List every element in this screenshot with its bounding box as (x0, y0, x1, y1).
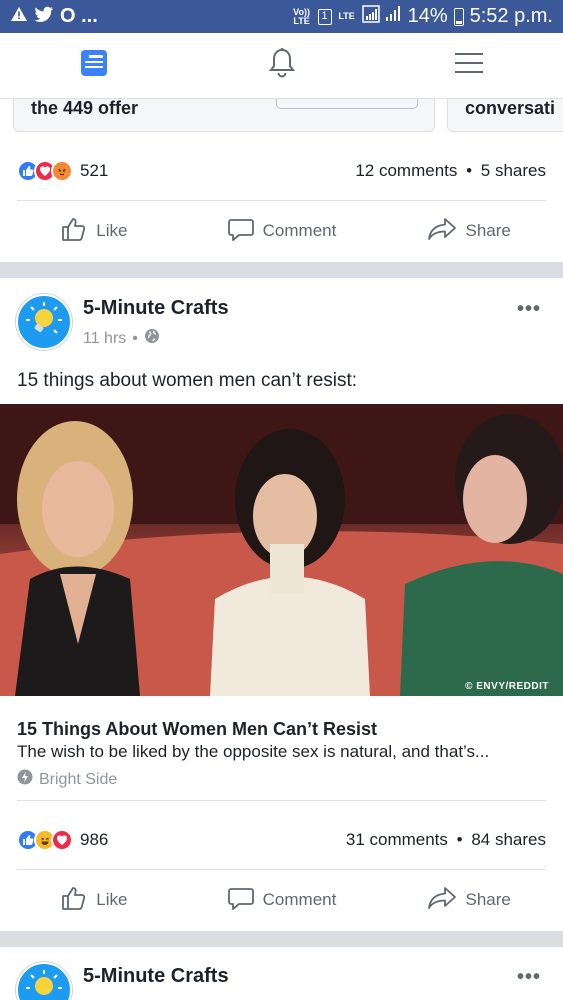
volte-label: Vo)) LTE (293, 6, 310, 26)
top-nav (0, 33, 563, 99)
post-stats: 986 31 comments • 84 shares (17, 822, 546, 858)
share-arrow-icon (427, 215, 457, 248)
reaction-count: 521 (80, 161, 109, 180)
signal-icon (361, 4, 402, 29)
link-source-name: Bright Side (39, 770, 118, 788)
reaction-summary[interactable]: 521 (17, 160, 108, 182)
comments-count: 12 comments (355, 161, 458, 180)
carousel-card-button[interactable] (276, 99, 418, 109)
link-source: Bright Side (17, 769, 117, 790)
bell-icon (267, 47, 297, 84)
carousel-card[interactable]: conversati (447, 99, 563, 132)
post-options-button[interactable]: ••• (517, 298, 541, 321)
previous-post-carousel: the 449 offer conversati (0, 99, 563, 135)
battery-percent: 14% (407, 5, 448, 27)
share-arrow-icon (427, 884, 457, 917)
shares-count: 5 shares (480, 161, 546, 180)
divider (17, 800, 546, 801)
thumbs-up-icon (60, 215, 88, 248)
carousel-card[interactable]: the 449 offer (13, 99, 435, 132)
dot-separator: • (466, 161, 473, 180)
feed-separator (0, 931, 563, 947)
link-description[interactable]: The wish to be liked by the opposite sex… (17, 742, 547, 762)
share-button[interactable]: Share (375, 884, 563, 917)
angry-reaction-icon (51, 160, 73, 182)
clock: 5:52 p.m. (469, 5, 553, 27)
nav-notifications[interactable] (188, 33, 376, 98)
battery-icon (453, 7, 464, 26)
globe-icon (144, 328, 160, 349)
status-bar: O ... Vo)) LTE 1 LTE 14% 5:52 p.m. (0, 0, 563, 33)
lte-label: LTE (338, 11, 355, 21)
news-feed-icon (79, 48, 109, 83)
like-label: Like (96, 890, 128, 909)
engagement-summary[interactable]: 12 comments • 5 shares (355, 161, 546, 181)
post-author[interactable]: 5-Minute Crafts (83, 297, 229, 320)
page-avatar[interactable] (16, 294, 72, 350)
thumbs-up-icon (60, 884, 88, 917)
post-image[interactable]: © ENVY/REDDIT (0, 404, 563, 696)
page-avatar[interactable] (16, 962, 72, 1000)
menu-icon (454, 51, 484, 80)
previous-post-actions: Like Comment Share (0, 201, 563, 261)
lightbulb-icon (24, 300, 64, 345)
post-text: 15 things about women men can’t resist: (17, 370, 358, 391)
carousel-card-title: the 449 offer (31, 99, 139, 118)
photo-three-women (0, 404, 563, 696)
post-time[interactable]: 11 hrs (83, 330, 126, 348)
warning-icon (10, 5, 28, 28)
feed-separator (0, 262, 563, 278)
reaction-summary[interactable]: 986 (17, 829, 108, 851)
carousel-card-title: conversati (465, 99, 556, 118)
like-label: Like (96, 221, 128, 240)
post-author[interactable]: 5-Minute Crafts (83, 965, 229, 988)
share-label: Share (465, 221, 511, 240)
like-button[interactable]: Like (0, 884, 188, 917)
link-title[interactable]: 15 Things About Women Men Can’t Resist (17, 719, 377, 740)
shares-count: 84 shares (471, 830, 546, 849)
nav-menu[interactable] (375, 33, 563, 98)
nav-news-feed[interactable] (0, 33, 188, 98)
comment-icon (227, 884, 255, 917)
status-left: O ... (10, 5, 98, 28)
comment-button[interactable]: Comment (188, 215, 376, 248)
lightbulb-icon (24, 968, 64, 1000)
verified-source-icon (17, 769, 33, 790)
dot-separator: • (132, 329, 138, 347)
engagement-summary[interactable]: 31 comments • 84 shares (346, 830, 546, 850)
carrier-indicator: O ... (60, 5, 98, 27)
share-label: Share (465, 890, 511, 909)
status-right: Vo)) LTE 1 LTE 14% 5:52 p.m. (292, 4, 553, 29)
sim-indicator: 1 (317, 8, 332, 25)
dot-separator: • (456, 830, 463, 849)
comment-icon (227, 215, 255, 248)
love-reaction-icon (51, 829, 73, 851)
image-watermark: © ENVY/REDDIT (465, 681, 549, 692)
comment-button[interactable]: Comment (188, 884, 376, 917)
previous-post-stats: 521 12 comments • 5 shares (17, 153, 546, 189)
comment-label: Comment (262, 221, 337, 240)
comments-count: 31 comments (345, 830, 448, 849)
share-button[interactable]: Share (375, 215, 563, 248)
post-options-button[interactable]: ••• (517, 966, 541, 989)
twitter-icon (34, 5, 54, 28)
comment-label: Comment (262, 890, 337, 909)
reaction-count: 986 (80, 830, 109, 849)
like-button[interactable]: Like (0, 215, 188, 248)
post-meta: 11 hrs • (83, 328, 160, 349)
post-actions: Like Comment Share (0, 870, 563, 930)
